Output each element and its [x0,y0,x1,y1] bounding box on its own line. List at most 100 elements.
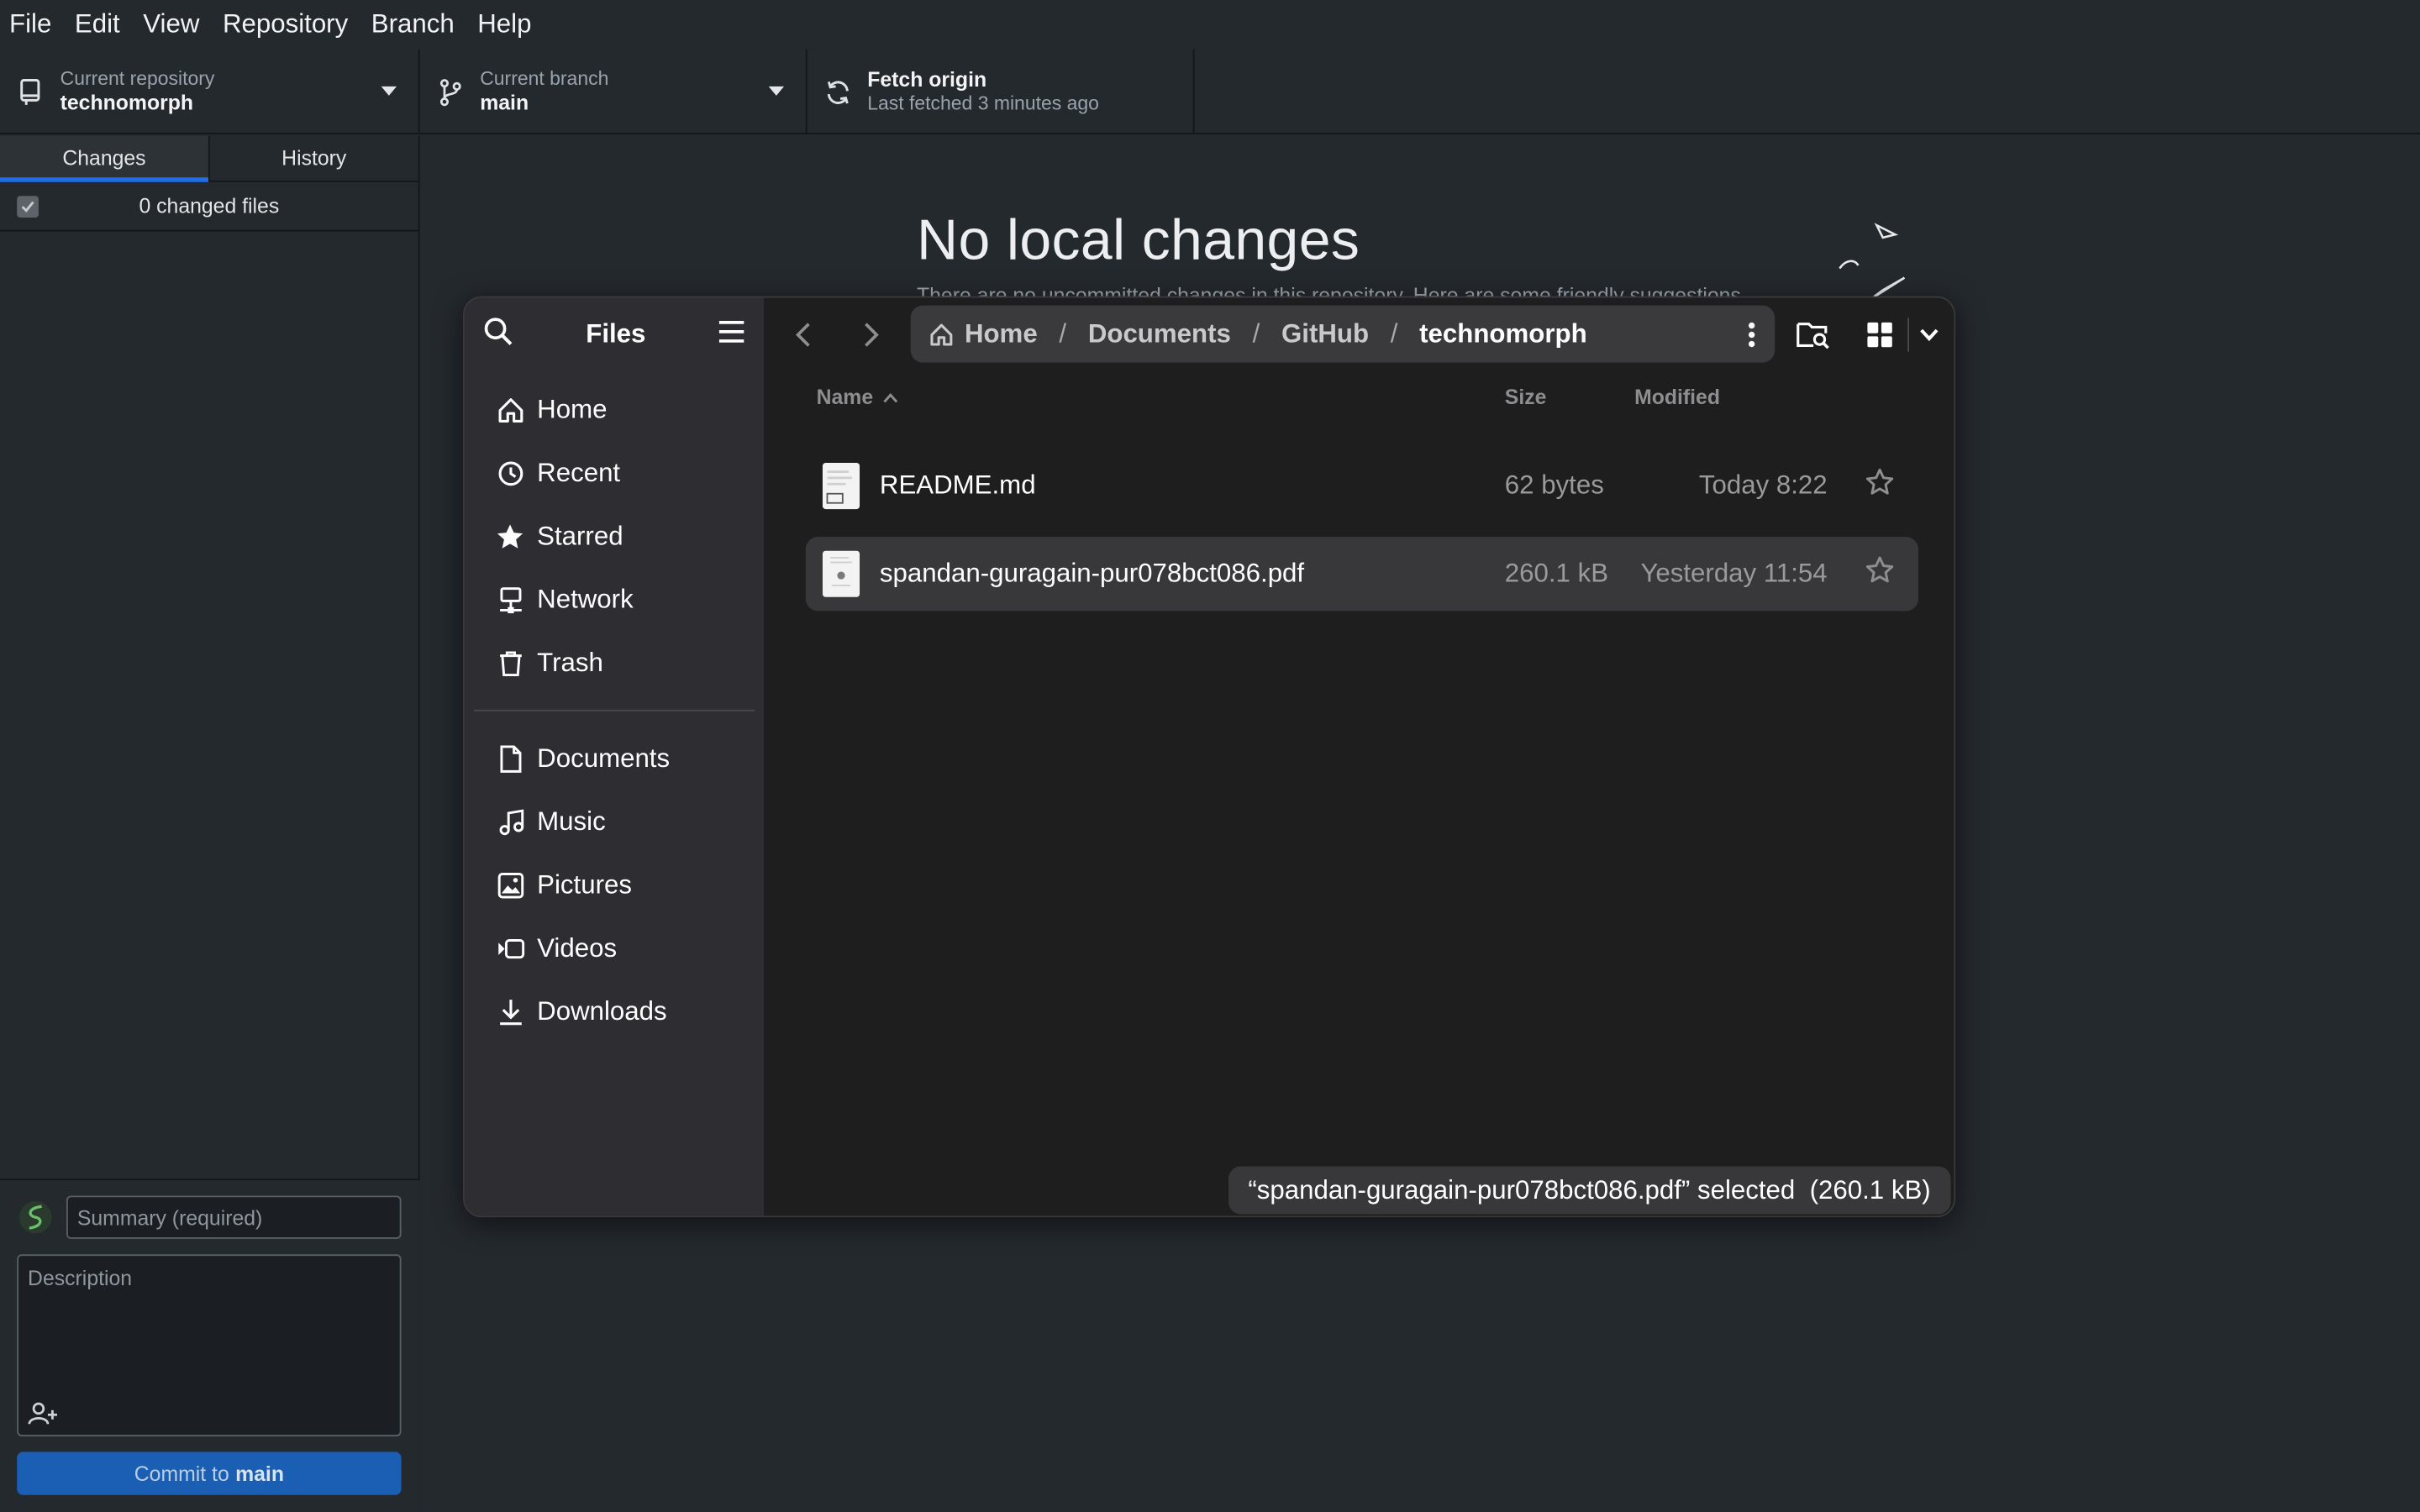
sidebar-item-pictures[interactable]: Pictures [465,853,764,916]
more-options-icon[interactable] [1747,321,1756,349]
description-placeholder: Description [28,1266,133,1290]
file-row-selected[interactable]: spandan-guragain-pur078bct086.pdf 260.1 … [805,537,1919,612]
add-coauthor-icon[interactable] [28,1401,59,1429]
home-icon [496,395,525,424]
markdown-file-icon [822,463,860,510]
column-name-label: Name [816,386,874,409]
commit-button-label: Commit to [134,1462,229,1485]
menu-repository[interactable]: Repository [223,9,348,40]
menu-edit[interactable]: Edit [75,9,120,40]
file-name: spandan-guragain-pur078bct086.pdf [879,558,1305,588]
sidebar-item-documents[interactable]: Documents [465,727,764,790]
page-title: No local changes [916,207,1360,272]
last-fetched-text: Last fetched 3 minutes ago [867,92,1099,114]
file-size: 62 bytes [1504,470,1604,501]
documents-icon [496,743,525,773]
recent-icon [496,458,525,487]
summary-input[interactable] [66,1195,402,1239]
select-all-checkbox[interactable] [17,195,39,218]
file-browser: Home / Documents / GitHub / technomorph [764,297,1954,1216]
sidebar-item-label: Videos [537,932,618,963]
menu-branch[interactable]: Branch [371,9,455,40]
pdf-file-icon [822,550,860,597]
file-row[interactable]: README.md 62 bytes Today 8:22 [806,449,1918,522]
sidebar-divider [473,709,755,711]
file-modified: Today 8:22 [1698,470,1828,501]
sidebar-item-label: Network [537,584,634,614]
branch-name: main [480,91,529,114]
sort-ascending-icon [882,393,897,404]
changes-sidebar: Changes History 0 changed files Descript… [0,135,420,1512]
column-size[interactable]: Size [1505,386,1547,409]
sidebar-item-home[interactable]: Home [465,378,764,441]
file-name: README.md [879,470,1036,501]
home-icon [929,322,954,346]
star-icon [496,522,525,551]
breadcrumb-separator: / [1252,318,1260,349]
breadcrumb-github[interactable]: GitHub [1281,318,1369,349]
videos-icon [496,933,525,963]
grid-view-icon[interactable] [1861,317,1898,354]
fetch-origin-button[interactable]: Fetch origin Last fetched 3 minutes ago [808,49,1195,134]
tab-changes[interactable]: Changes [0,135,210,182]
places-sidebar: Files Home Recent Starred Network Trash … [464,297,765,1216]
sidebar-item-label: Music [537,806,606,836]
toolbar-divider [1907,318,1909,352]
dialog-header-bar: Home / Documents / GitHub / technomorph [764,297,1954,371]
search-icon[interactable] [483,316,514,354]
hamburger-menu-icon[interactable] [718,318,745,351]
trash-icon [496,648,525,677]
back-button[interactable] [786,317,823,354]
sidebar-item-downloads[interactable]: Downloads [465,979,764,1042]
sidebar-item-music[interactable]: Music [465,790,764,853]
column-modified[interactable]: Modified [1634,386,1720,409]
breadcrumb-label: Home [964,318,1038,349]
repository-name: technomorph [60,91,194,114]
network-icon [496,585,525,614]
file-modified: Yesterday 11:54 [1640,558,1828,588]
downloads-icon [496,997,525,1026]
sidebar-item-starred[interactable]: Starred [465,505,764,568]
commit-button[interactable]: Commit to main [17,1452,402,1495]
toolbar: Current repository technomorph Current b… [0,49,2420,134]
sidebar-item-label: Recent [537,457,621,487]
file-chooser-dialog: Files Home Recent Starred Network Trash … [463,296,1956,1218]
music-icon [496,807,525,837]
menu-help[interactable]: Help [477,9,531,40]
selection-status: “spandan-guragain-pur078bct086.pdf” sele… [1228,1166,1951,1215]
repository-icon [17,78,45,106]
breadcrumb-separator: / [1059,318,1067,349]
dialog-title: Files [586,319,646,349]
forward-button[interactable] [852,317,889,354]
column-name[interactable]: Name [817,386,898,409]
page-subtitle: There are no uncommitted changes in this… [916,283,1741,297]
breadcrumb: Home / Documents / GitHub / technomorph [910,305,1776,363]
star-icon[interactable] [1865,468,1898,501]
sidebar-item-network[interactable]: Network [465,568,764,631]
sidebar-item-label: Downloads [537,995,667,1026]
sidebar-item-videos[interactable]: Videos [465,916,764,979]
breadcrumb-separator: / [1390,318,1398,349]
changed-files-header: 0 changed files [0,182,418,232]
menu-view[interactable]: View [143,9,199,40]
description-textarea[interactable]: Description [17,1254,402,1436]
breadcrumb-home[interactable]: Home [929,318,1038,349]
current-branch-button[interactable]: Current branch main [420,49,808,134]
sync-icon [824,78,852,106]
sidebar-item-label: Trash [537,647,603,677]
chevron-down-icon [768,86,785,96]
tab-history[interactable]: History [210,136,418,181]
sidebar-header: Files [465,297,764,371]
menu-bar: File Edit View Repository Branch Help [0,0,2420,50]
current-repository-button[interactable]: Current repository technomorph [0,49,420,134]
chevron-down-icon[interactable] [1911,317,1948,354]
search-folder-button[interactable] [1795,317,1832,354]
sidebar-item-label: Starred [537,520,623,550]
sidebar-item-trash[interactable]: Trash [465,631,764,694]
sidebar-item-recent[interactable]: Recent [465,441,764,504]
menu-file[interactable]: File [9,9,51,40]
star-icon[interactable] [1865,555,1898,589]
branch-icon [437,78,465,106]
breadcrumb-documents[interactable]: Documents [1088,318,1231,349]
breadcrumb-technomorph[interactable]: technomorph [1419,318,1586,349]
